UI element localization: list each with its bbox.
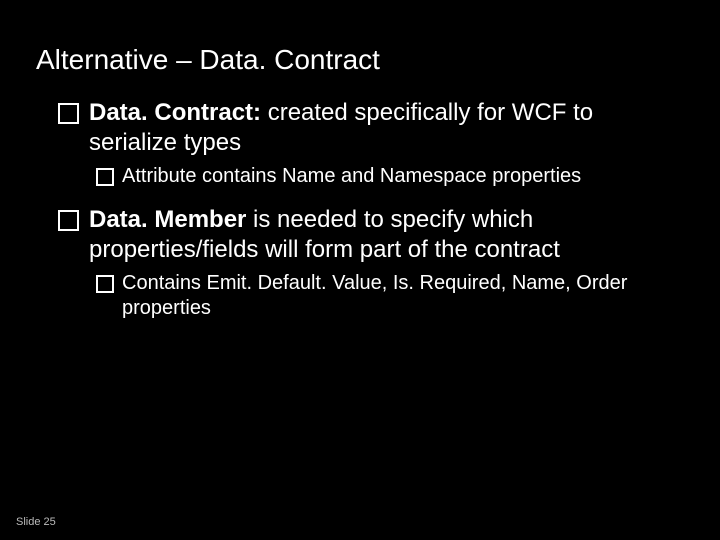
subbullet-text: Contains Emit. Default. Value, Is. Requi… <box>122 271 680 321</box>
bullet-level1: Data. Member is needed to specify which … <box>58 205 680 265</box>
square-bullet-icon <box>58 103 79 124</box>
slide: Alternative – Data. Contract Data. Contr… <box>0 0 720 540</box>
slide-title: Alternative – Data. Contract <box>36 44 680 76</box>
bullet-bold: Data. Member <box>89 206 246 233</box>
bullet-bold: Data. Contract: <box>89 99 261 126</box>
bullet-text: Data. Member is needed to specify which … <box>89 205 680 265</box>
subbullet-text: Attribute contains Name and Namespace pr… <box>122 164 680 189</box>
bullet-level2: Contains Emit. Default. Value, Is. Requi… <box>96 271 680 321</box>
square-bullet-icon <box>96 168 114 186</box>
bullet-text: Data. Contract: created specifically for… <box>89 98 680 158</box>
bullet-level2: Attribute contains Name and Namespace pr… <box>96 164 680 189</box>
slide-number: Slide 25 <box>16 516 56 528</box>
square-bullet-icon <box>58 210 79 231</box>
bullet-level1: Data. Contract: created specifically for… <box>58 98 680 158</box>
square-bullet-icon <box>96 275 114 293</box>
